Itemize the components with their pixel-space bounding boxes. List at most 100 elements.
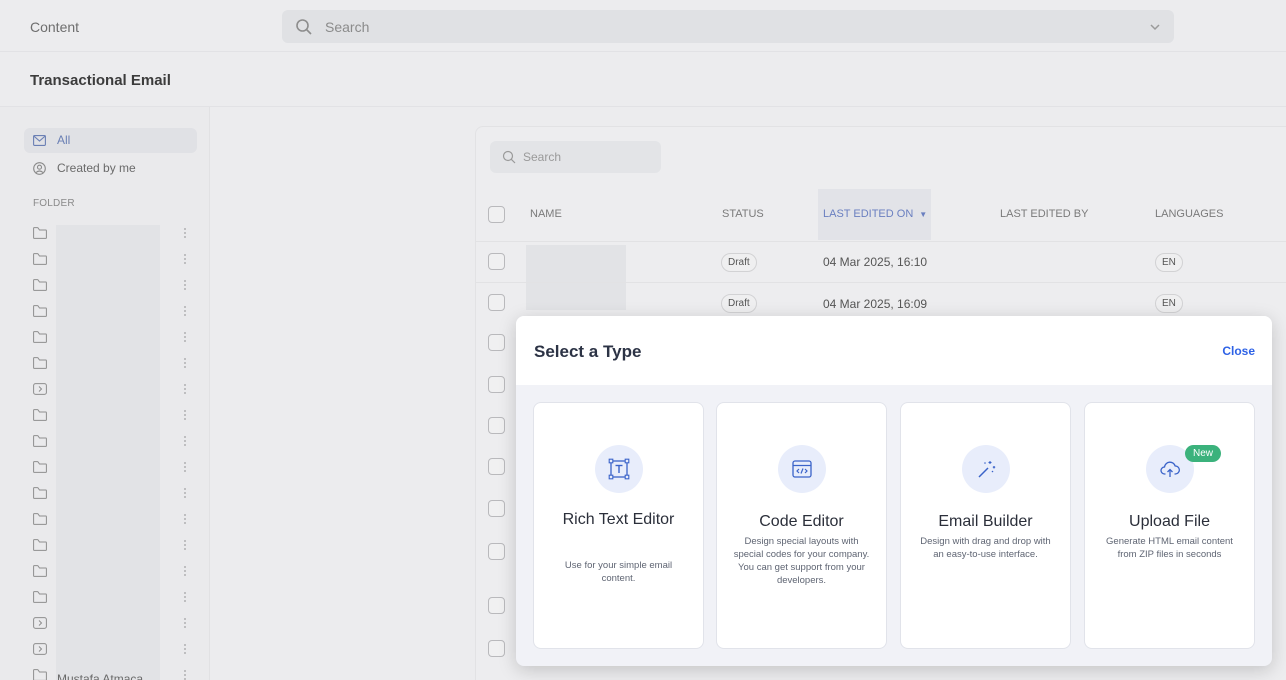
- last-edited-on-cell: 04 Mar 2025, 16:09: [823, 297, 928, 311]
- more-options-icon[interactable]: [183, 357, 187, 369]
- select-type-modal: Select a Type Close Rich Text Editor Use…: [516, 316, 1272, 666]
- folder-item[interactable]: [33, 485, 193, 511]
- last-edited-on-cell: 04 Mar 2025, 16:10: [823, 255, 928, 269]
- more-options-icon[interactable]: [183, 435, 187, 447]
- folder-icon: [33, 539, 47, 551]
- text-box-icon: [608, 458, 630, 480]
- folder-icon: [33, 565, 47, 577]
- sidebar-item-all[interactable]: All: [24, 128, 197, 153]
- more-options-icon[interactable]: [183, 539, 187, 551]
- folder-item[interactable]: [33, 563, 193, 589]
- folder-item[interactable]: [33, 433, 193, 459]
- folder-item[interactable]: [33, 589, 193, 615]
- folder-item[interactable]: [33, 251, 193, 277]
- row-checkbox[interactable]: [488, 253, 505, 270]
- sidebar-item-label: Created by me: [57, 161, 136, 175]
- column-header-name[interactable]: NAME: [530, 208, 562, 220]
- code-window-icon: [792, 460, 812, 478]
- more-options-icon[interactable]: [183, 643, 187, 655]
- folder-icon: [33, 279, 47, 291]
- folder-icon: [33, 487, 47, 499]
- card-description: Generate HTML email content from ZIP fil…: [1106, 536, 1233, 560]
- folder-item[interactable]: [33, 329, 193, 355]
- section-header: [0, 52, 1286, 107]
- folder-icon: [33, 513, 47, 525]
- folder-item[interactable]: [33, 225, 193, 251]
- global-search-input[interactable]: Search: [282, 10, 1174, 43]
- status-badge: Draft: [721, 294, 757, 313]
- modal-header: Select a Type Close: [516, 316, 1272, 385]
- chevron-down-icon[interactable]: [1148, 20, 1162, 34]
- more-options-icon[interactable]: [183, 669, 187, 680]
- more-options-icon[interactable]: [183, 331, 187, 343]
- user-circle-icon: [33, 162, 46, 175]
- more-options-icon[interactable]: [183, 305, 187, 317]
- more-options-icon[interactable]: [183, 383, 187, 395]
- column-header-languages[interactable]: LANGUAGES: [1155, 208, 1223, 220]
- more-options-icon[interactable]: [183, 565, 187, 577]
- row-checkbox[interactable]: [488, 458, 505, 475]
- more-options-icon[interactable]: [183, 253, 187, 265]
- folder-item[interactable]: [33, 537, 193, 563]
- row-checkbox[interactable]: [488, 417, 505, 434]
- folder-item[interactable]: [33, 355, 193, 381]
- folder-icon: [33, 461, 47, 473]
- folder-item[interactable]: [33, 381, 193, 407]
- column-header-last-edited-on[interactable]: LAST EDITED ON ▼: [823, 208, 927, 220]
- more-options-icon[interactable]: [183, 591, 187, 603]
- folder-icon: [33, 591, 47, 603]
- folder-icon: [33, 253, 47, 265]
- folder-expand-icon[interactable]: [33, 643, 47, 655]
- folder-item[interactable]: [33, 407, 193, 433]
- more-options-icon[interactable]: [183, 227, 187, 239]
- row-checkbox[interactable]: [488, 543, 505, 560]
- more-options-icon[interactable]: [183, 461, 187, 473]
- more-options-icon[interactable]: [183, 617, 187, 629]
- row-checkbox[interactable]: [488, 334, 505, 351]
- language-badge: EN: [1155, 253, 1183, 272]
- card-title: Upload File: [1129, 513, 1210, 530]
- column-header-last-edited-by[interactable]: LAST EDITED BY: [1000, 208, 1088, 220]
- folder-expand-icon[interactable]: [33, 383, 47, 395]
- sort-desc-icon: ▼: [919, 210, 928, 219]
- folder-icon: [33, 227, 47, 239]
- more-options-icon[interactable]: [183, 513, 187, 525]
- table-search-input[interactable]: Search: [490, 141, 661, 173]
- column-header-label: LAST EDITED ON: [823, 208, 914, 220]
- folder-heading: FOLDER: [33, 198, 75, 209]
- row-checkbox[interactable]: [488, 294, 505, 311]
- column-header-status[interactable]: STATUS: [722, 208, 764, 220]
- blurred-name-cells: [526, 245, 626, 310]
- close-button[interactable]: Close: [1222, 344, 1255, 358]
- folder-item[interactable]: [33, 641, 193, 667]
- card-description: Use for your simple email content.: [564, 560, 673, 584]
- icon-badge: [595, 445, 643, 493]
- folder-item[interactable]: [33, 615, 193, 641]
- cloud-upload-icon: [1160, 461, 1180, 477]
- more-options-icon[interactable]: [183, 409, 187, 421]
- sidebar-item-label: All: [57, 133, 71, 147]
- search-icon: [296, 19, 312, 35]
- row-checkbox[interactable]: [488, 597, 505, 614]
- row-checkbox[interactable]: [488, 376, 505, 393]
- folder-item[interactable]: [33, 511, 193, 537]
- type-card-upload-file[interactable]: New Upload File Generate HTML email cont…: [1084, 402, 1255, 649]
- select-all-checkbox[interactable]: [488, 206, 505, 223]
- more-options-icon[interactable]: [183, 487, 187, 499]
- folder-icon: [33, 305, 47, 317]
- new-badge: New: [1185, 445, 1222, 462]
- card-title: Code Editor: [759, 513, 844, 530]
- more-options-icon[interactable]: [183, 279, 187, 291]
- type-card-code-editor[interactable]: Code Editor Design special layouts with …: [716, 402, 887, 649]
- type-card-email-builder[interactable]: Email Builder Design with drag and drop …: [900, 402, 1071, 649]
- folder-item[interactable]: [33, 277, 193, 303]
- table-search-placeholder: Search: [523, 150, 562, 164]
- folder-item[interactable]: [33, 459, 193, 485]
- folder-item[interactable]: [33, 303, 193, 329]
- row-checkbox[interactable]: [488, 500, 505, 517]
- folder-label: Mustafa Atmaca: [57, 672, 144, 680]
- card-description: Design special layouts with special code…: [733, 536, 870, 586]
- row-checkbox[interactable]: [488, 640, 505, 657]
- folder-expand-icon[interactable]: [33, 617, 47, 629]
- type-card-rich-text-editor[interactable]: Rich Text Editor Use for your simple ema…: [533, 402, 704, 649]
